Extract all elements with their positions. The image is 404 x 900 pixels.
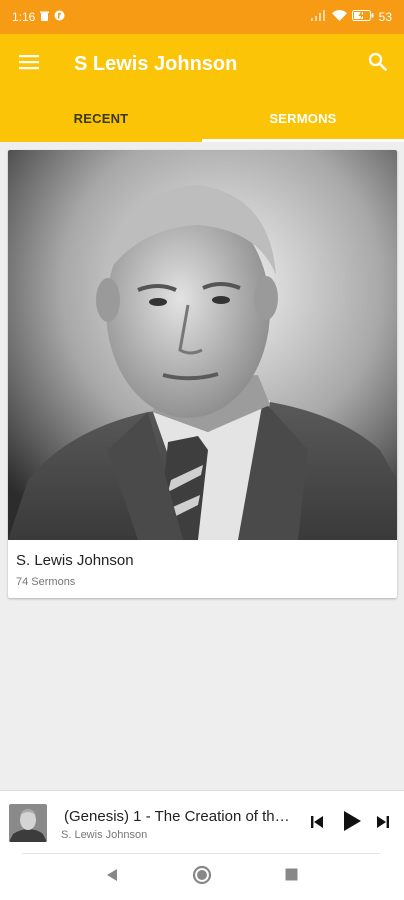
system-nav-bar: [0, 854, 404, 900]
play-icon: [342, 810, 362, 837]
menu-icon: [19, 54, 39, 75]
menu-button[interactable]: [0, 34, 58, 94]
battery-level: 53: [378, 10, 392, 24]
player-thumbnail: [9, 804, 47, 842]
player-artist: S. Lewis Johnson: [61, 829, 148, 841]
app-notification-icon: [54, 10, 65, 24]
search-icon: [368, 52, 387, 76]
mini-player[interactable]: (Genesis) 1 - The Creation of the Heaven…: [0, 790, 404, 854]
recents-square-icon: [285, 868, 298, 886]
tab-selected-indicator: [202, 139, 404, 142]
battery-icon: [351, 10, 374, 24]
sermon-count: 74 Sermons: [16, 576, 76, 588]
skip-next-icon: [376, 815, 390, 834]
tab-bar: RECENT SERMONS: [0, 94, 404, 142]
player-title: (Genesis) 1 - The Creation of the Heaven…: [64, 808, 296, 825]
nav-back-button[interactable]: [92, 854, 132, 900]
play-button[interactable]: [338, 809, 366, 837]
status-time: 1:16: [12, 10, 36, 24]
nav-home-button[interactable]: [182, 854, 222, 900]
nav-recents-button[interactable]: [271, 854, 311, 900]
status-bar: 1:16 53: [0, 0, 404, 34]
tab-sermons[interactable]: SERMONS: [202, 94, 404, 142]
speaker-card[interactable]: S. Lewis Johnson 74 Sermons: [8, 150, 397, 598]
speaker-photo: [8, 150, 397, 540]
tab-recent-label: RECENT: [73, 110, 129, 126]
skip-previous-button[interactable]: [306, 813, 328, 835]
trash-icon: [40, 10, 50, 24]
tab-recent[interactable]: RECENT: [0, 94, 202, 142]
wifi-icon: [331, 10, 347, 24]
back-triangle-icon: [106, 868, 118, 887]
home-circle-icon: [192, 865, 212, 890]
app-title: S Lewis Johnson: [74, 52, 238, 75]
signal-icon: [310, 10, 327, 24]
status-left: 1:16: [12, 10, 65, 24]
tab-sermons-label: SERMONS: [269, 110, 337, 126]
speaker-name: S. Lewis Johnson: [16, 552, 134, 569]
skip-next-button[interactable]: [372, 813, 394, 835]
status-right: 53: [310, 10, 392, 24]
app-bar: S Lewis Johnson: [0, 34, 404, 94]
search-button[interactable]: [350, 34, 404, 94]
skip-previous-icon: [310, 815, 324, 834]
